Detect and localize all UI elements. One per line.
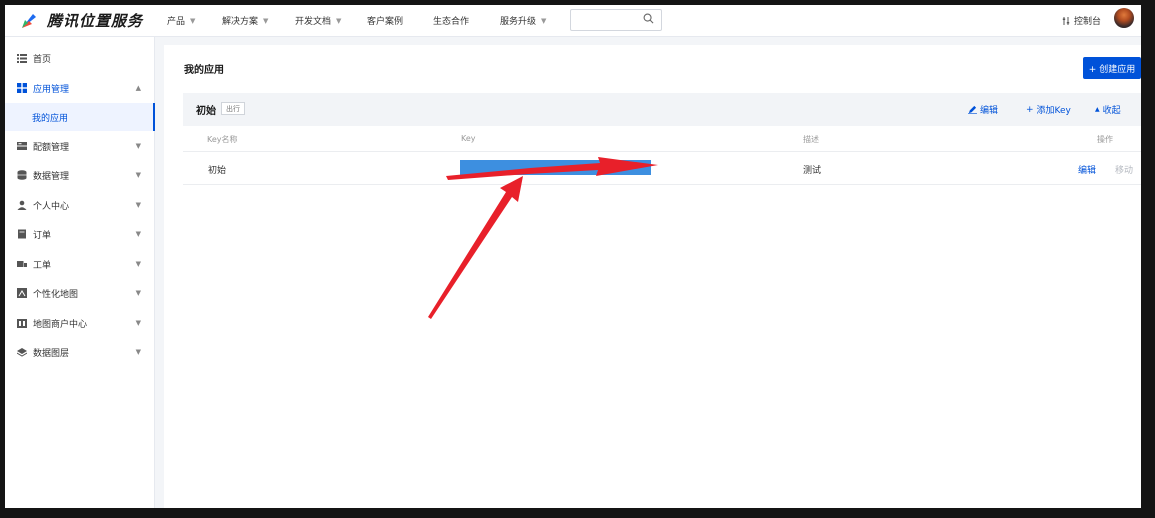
nav-item-products[interactable]: 产品 ▼ [167, 14, 196, 28]
sidebar-item-label: 个性化地图 [33, 289, 79, 300]
sidebar-item-label: 首页 [33, 54, 52, 65]
sidebar-item-orders[interactable]: 订单 ▼ [5, 220, 155, 248]
nav-item-solutions[interactable]: 解决方案 ▼ [222, 14, 269, 28]
quota-icon [17, 142, 27, 150]
chevron-down-icon: ▼ [135, 230, 141, 238]
column-header-key-name: Key名称 [207, 135, 238, 144]
sidebar-item-label: 数据管理 [33, 171, 70, 182]
brand-name: 腾讯位置服务 [47, 12, 144, 30]
nav-label: 产品 [167, 17, 186, 27]
map-style-icon [17, 288, 27, 298]
chevron-down-icon: ▼ [135, 319, 141, 327]
chevron-down-icon: ▼ [135, 171, 141, 179]
sidebar-item-quota[interactable]: 配额管理 ▼ [5, 132, 155, 160]
sidebar-subitem-my-apps[interactable]: 我的应用 [5, 103, 155, 131]
database-icon [17, 170, 27, 180]
chevron-down-icon: ▼ [135, 289, 141, 297]
create-app-button[interactable]: + 创建应用 [1083, 57, 1141, 79]
pencil-icon [968, 105, 977, 114]
page-title: 我的应用 [184, 65, 224, 76]
nav-item-upgrade[interactable]: 服务升级 ▼ [500, 14, 547, 28]
collapse-label: 收起 [1102, 106, 1121, 116]
order-icon [18, 229, 26, 239]
sidebar-item-label: 数据图层 [33, 348, 70, 359]
chevron-down-icon: ▼ [135, 201, 141, 209]
app-name: 初始 [196, 106, 216, 117]
tencent-map-logo-icon [22, 13, 36, 28]
nav-label: 服务升级 [500, 17, 537, 27]
chevron-up-icon: ▲ [135, 84, 141, 92]
sidebar-item-custom-map[interactable]: 个性化地图 ▼ [5, 279, 155, 307]
nav-item-ecosystem[interactable]: 生态合作 [433, 14, 469, 27]
sidebar-item-home[interactable]: 首页 [5, 44, 155, 72]
top-navbar: 腾讯位置服务 产品 ▼ 解决方案 ▼ 开发文档 ▼ 客户案例 生态合作 服务升级 ▼ [5, 5, 1141, 37]
grid-icon [17, 83, 27, 93]
nav-item-cases[interactable]: 客户案例 [367, 14, 403, 27]
add-key-button[interactable]: + 添加Key [1026, 103, 1071, 117]
sidebar-item-tickets[interactable]: 工单 ▼ [5, 250, 155, 278]
user-icon [17, 200, 27, 210]
brand-logo[interactable]: 腾讯位置服务 [19, 10, 167, 31]
sidebar: 首页 应用管理 ▲ 我的应用 配额管理 ▼ 数据管理 ▼ 个人中心 ▼ 订单 ▼… [5, 37, 155, 508]
search-input[interactable] [570, 9, 662, 31]
nav-label: 解决方案 [222, 17, 259, 27]
edit-key-link[interactable]: 编辑 [1078, 163, 1096, 176]
chevron-down-icon: ▼ [135, 348, 141, 356]
table-divider [183, 184, 1141, 185]
console-label: 控制台 [1074, 17, 1102, 27]
layers-icon [17, 348, 27, 357]
list-icon [17, 54, 27, 63]
sidebar-item-app-management[interactable]: 应用管理 ▲ [5, 74, 155, 102]
nav-label: 生态合作 [433, 17, 470, 27]
sidebar-item-label: 配额管理 [33, 142, 70, 153]
edit-app-button[interactable]: 编辑 [968, 103, 998, 116]
sidebar-item-label: 应用管理 [33, 84, 70, 95]
search-icon[interactable] [643, 13, 654, 24]
chevron-down-icon: ▼ [263, 16, 269, 25]
chevron-down-icon: ▼ [190, 16, 196, 25]
nav-label: 开发文档 [295, 17, 332, 27]
description-cell: 测试 [803, 166, 822, 176]
table-divider [183, 151, 1141, 152]
edit-app-label: 编辑 [980, 106, 999, 116]
key-value-selected[interactable] [460, 160, 651, 175]
sliders-icon [1062, 16, 1070, 25]
plus-icon: + [1026, 104, 1034, 115]
console-link[interactable]: 控制台 [1061, 14, 1101, 27]
move-key-link[interactable]: 移动 [1115, 163, 1133, 176]
sidebar-item-data-layers[interactable]: 数据图层 ▼ [5, 338, 155, 366]
sidebar-item-label: 工单 [33, 260, 52, 271]
add-key-label: 添加Key [1036, 106, 1071, 116]
chevron-down-icon: ▼ [541, 16, 547, 25]
chevron-down-icon: ▼ [135, 260, 141, 268]
column-header-actions: 操作 [1097, 135, 1113, 144]
column-header-description: 描述 [803, 135, 819, 144]
sidebar-item-profile[interactable]: 个人中心 ▼ [5, 191, 155, 219]
column-header-key: Key [461, 134, 476, 143]
collapse-button[interactable]: ▲ 收起 [1095, 103, 1121, 116]
sidebar-item-label: 地图商户中心 [33, 319, 88, 330]
nav-label: 客户案例 [367, 17, 404, 27]
nav-item-docs[interactable]: 开发文档 ▼ [295, 14, 342, 28]
sidebar-item-label: 订单 [33, 230, 52, 241]
chevron-down-icon: ▼ [135, 142, 141, 150]
sidebar-item-label: 个人中心 [33, 201, 70, 212]
key-name-cell: 初始 [208, 166, 227, 176]
app-category-badge: 出行 [221, 102, 245, 115]
chevron-down-icon: ▼ [336, 16, 342, 25]
ticket-icon [17, 261, 27, 267]
avatar[interactable] [1114, 8, 1134, 28]
sidebar-item-merchant-center[interactable]: 地图商户中心 ▼ [5, 309, 155, 337]
sidebar-item-data[interactable]: 数据管理 ▼ [5, 161, 155, 189]
caret-up-icon: ▲ [1095, 106, 1100, 113]
merchant-icon [17, 319, 27, 328]
